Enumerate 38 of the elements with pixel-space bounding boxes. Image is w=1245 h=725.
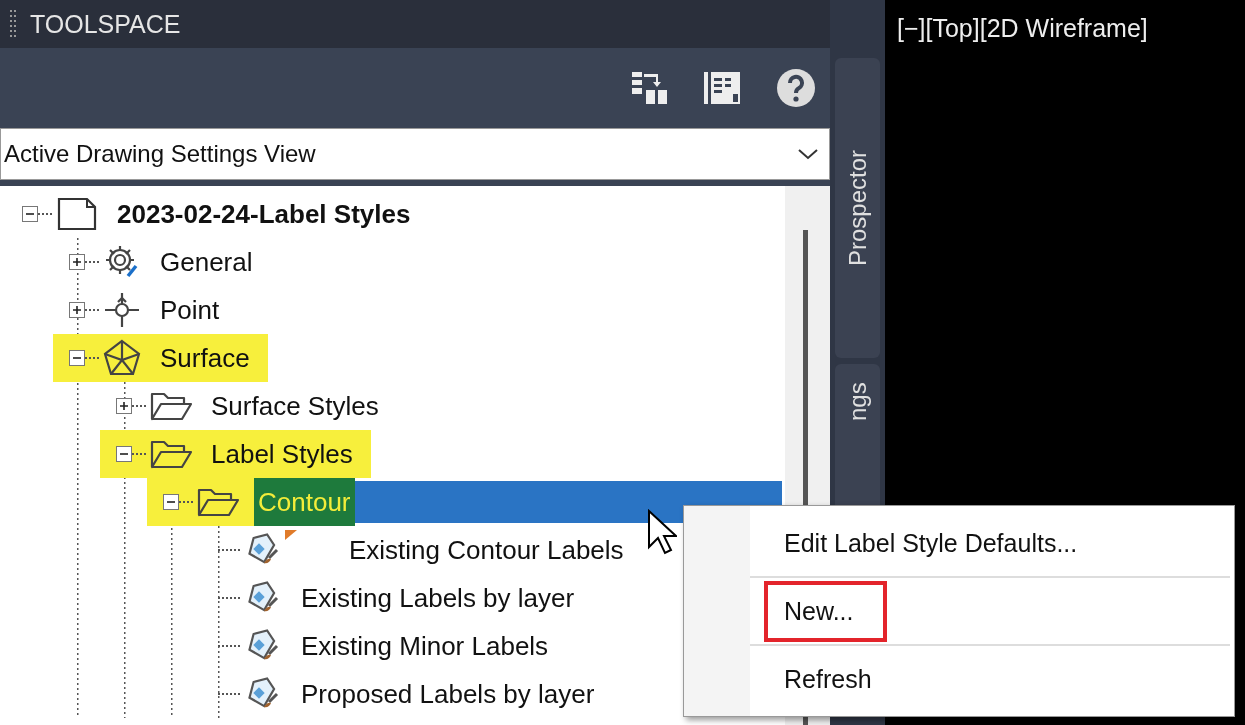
tree-item[interactable]: Existing Contour Labels <box>345 526 628 574</box>
tree-item[interactable]: Existing Labels by layer <box>297 574 579 622</box>
grip-icon[interactable] <box>10 10 18 38</box>
menu-item[interactable]: New... <box>684 578 1230 644</box>
annotation-outline: New... <box>764 580 888 642</box>
menu-item[interactable]: Edit Label Style Defaults... <box>684 510 1230 576</box>
tree-item[interactable]: Contour <box>254 478 355 526</box>
expand-toggle[interactable] <box>69 302 85 318</box>
cursor-icon <box>647 509 677 555</box>
tree-item[interactable]: Existing Minor Labels <box>297 622 553 670</box>
folder-icon <box>149 438 193 470</box>
panel-title: TOOLSPACE <box>30 9 181 39</box>
tree-item[interactable]: Point <box>156 286 224 334</box>
hierarchy-icon[interactable] <box>630 70 668 106</box>
expand-toggle[interactable] <box>116 446 132 462</box>
tree-item[interactable]: Surface <box>156 334 254 382</box>
chevron-down-icon <box>797 148 819 160</box>
tree-item[interactable]: Proposed Labels by layer <box>297 670 599 718</box>
tree-item[interactable]: 2023-02-24-Label Styles <box>113 190 415 238</box>
document-icon <box>55 197 99 231</box>
viewport-controls[interactable]: [−][Top][2D Wireframe] <box>897 14 1148 42</box>
expand-toggle[interactable] <box>69 254 85 270</box>
surface-icon <box>102 338 142 378</box>
point-icon <box>102 290 142 330</box>
expand-toggle[interactable] <box>163 494 179 510</box>
expand-toggle[interactable] <box>69 350 85 366</box>
expand-toggle[interactable] <box>22 206 38 222</box>
tree-item[interactable]: General <box>156 238 257 286</box>
menu-item[interactable]: Refresh <box>684 646 1230 712</box>
expand-toggle[interactable] <box>116 398 132 414</box>
tree-item[interactable]: Label Styles <box>207 430 357 478</box>
side-tab[interactable]: Prospector <box>835 58 880 358</box>
tree-item[interactable]: Surface Styles <box>207 382 383 430</box>
table-icon[interactable] <box>702 70 742 106</box>
folder-icon <box>196 486 240 518</box>
folder-icon <box>149 390 193 422</box>
help-icon[interactable] <box>776 68 816 108</box>
view-dropdown[interactable]: Active Drawing Settings View <box>0 128 830 180</box>
